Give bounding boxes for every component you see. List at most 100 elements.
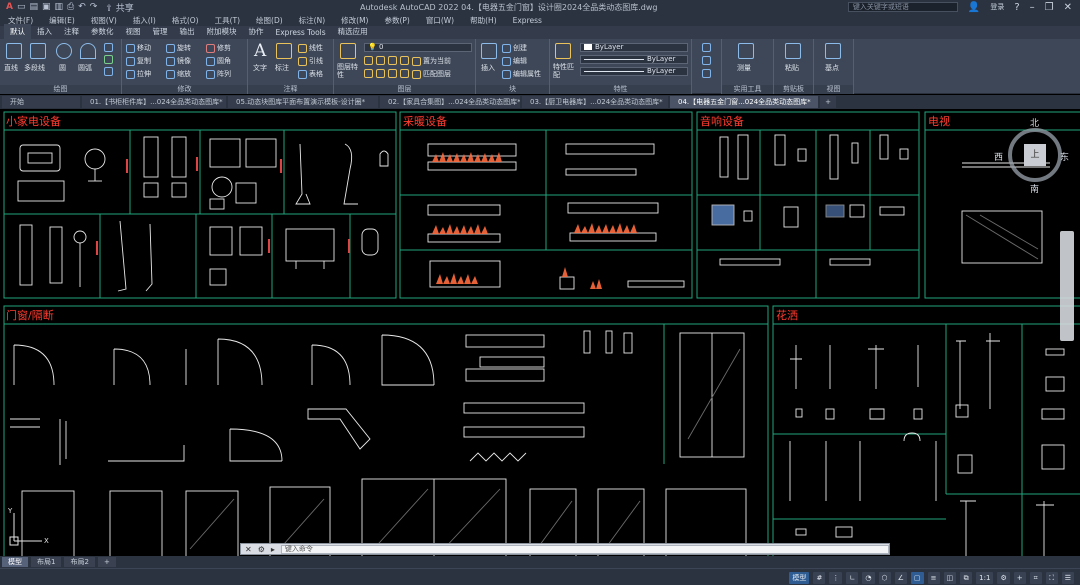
layer-unisolate-icon[interactable] (376, 69, 385, 78)
doc-tab-4[interactable]: 03.【厨卫电器库】...024全品类动态图库* (522, 96, 668, 108)
leader-button[interactable]: 引线 (298, 56, 323, 66)
line-button[interactable]: 直线 (4, 63, 18, 73)
grid-icon[interactable]: # (813, 571, 826, 584)
command-line[interactable]: ✕ ⚙ ▸ 键入命令 (240, 543, 890, 555)
viewcube[interactable]: 北 西 东 南 上 (994, 116, 1072, 196)
insert-block-button[interactable]: 插入 (481, 63, 495, 73)
menu-express[interactable]: Express (513, 16, 542, 25)
edit-attributes-button[interactable]: 编辑属性 (502, 69, 541, 79)
print-icon[interactable]: ⎙ (67, 2, 74, 12)
layer-properties-icon[interactable] (340, 43, 356, 59)
workspace-gear-icon[interactable]: ⚙ (997, 571, 1010, 584)
ellipse-icon[interactable] (104, 67, 113, 76)
polyline-icon[interactable] (30, 43, 46, 59)
open-file-icon[interactable]: ▤ (29, 2, 38, 12)
menu-help[interactable]: 帮助(H) (470, 15, 497, 26)
create-block-button[interactable]: 创建 (502, 43, 527, 53)
tab-view[interactable]: 视图 (120, 24, 147, 39)
dimension-icon[interactable] (276, 43, 292, 59)
tab-collaborate[interactable]: 协作 (243, 24, 270, 39)
table-button[interactable]: 表格 (298, 69, 323, 79)
transparency-icon[interactable]: ◫ (943, 571, 957, 584)
tab-annotate[interactable]: 注释 (58, 24, 85, 39)
save-icon[interactable]: ▣ (42, 2, 51, 12)
layer-properties-button[interactable]: 图层特性 (337, 63, 361, 79)
new-tab-plus-icon[interactable]: + (820, 96, 836, 108)
make-current-button[interactable]: 置为当前 (412, 56, 451, 66)
viewcube-top-face[interactable]: 上 (1024, 144, 1046, 166)
layer-unlock-icon[interactable] (400, 69, 409, 78)
units-icon[interactable]: ⌗ (1029, 571, 1042, 584)
hatch-icon[interactable] (104, 55, 113, 64)
paste-icon[interactable] (785, 43, 801, 59)
command-close-icon[interactable]: ✕ (245, 545, 252, 554)
close-icon[interactable]: ✕ (1064, 2, 1072, 13)
add-layout-plus-icon[interactable]: + (97, 557, 116, 567)
fillet-button[interactable]: 圆角 (206, 56, 231, 66)
menu-parametric[interactable]: 参数(P) (384, 15, 409, 26)
match-properties-icon[interactable] (555, 43, 571, 59)
ortho-icon[interactable]: ∟ (846, 571, 859, 584)
insert-block-icon[interactable] (481, 43, 497, 59)
match-properties-button[interactable]: 特性匹配 (553, 63, 577, 79)
tab-manage[interactable]: 管理 (147, 24, 174, 39)
base-view-icon[interactable] (825, 43, 841, 59)
plus-icon[interactable]: + (1013, 571, 1026, 584)
circle-icon[interactable] (56, 43, 72, 59)
layer-dropdown[interactable]: 💡 0 (364, 43, 472, 52)
layout-tab-2[interactable]: 布局2 (64, 557, 95, 567)
user-icon[interactable]: 👤 (968, 2, 980, 13)
compass-north[interactable]: 北 (1030, 116, 1039, 129)
command-input[interactable]: 键入命令 (280, 544, 889, 554)
customize-menu-icon[interactable]: ☰ (1061, 571, 1074, 584)
layout-tab-model[interactable]: 模型 (2, 557, 28, 567)
doc-tab-2[interactable]: 05.动态块图库平面布置演示模板-设计圈* (228, 96, 378, 108)
doc-tab-5-active[interactable]: 04.【电器五金门窗...024全品类动态图库* (670, 96, 818, 108)
annotation-scale-display[interactable]: 1:1 (976, 571, 994, 584)
move-button[interactable]: 移动 (126, 43, 151, 53)
isodraft-icon[interactable]: ⬡ (878, 571, 891, 584)
object-snap-icon[interactable]: ▢ (910, 571, 924, 584)
compass-east[interactable]: 东 (1060, 150, 1069, 163)
measure-button[interactable]: 测量 (737, 63, 751, 73)
lineweight-dropdown[interactable]: ByLayer (580, 67, 688, 76)
match-layer-button[interactable]: 匹配图层 (412, 69, 451, 79)
layer-isolate-icon[interactable] (376, 56, 385, 65)
layer-lock-icon[interactable] (400, 56, 409, 65)
tab-output[interactable]: 输出 (174, 24, 201, 39)
group-icon[interactable] (702, 43, 711, 52)
layer-off-icon[interactable] (364, 56, 373, 65)
tab-insert[interactable]: 插入 (31, 24, 58, 39)
paste-button[interactable]: 粘贴 (785, 63, 799, 73)
sign-in-label[interactable]: 登录 (990, 2, 1004, 12)
drawing-canvas[interactable]: 小家电设备 采暖设备 音响设备 电视 门窗/隔断 花洒 北 西 东 南 上 Y … (0, 109, 1080, 565)
circle-button[interactable]: 圆 (59, 63, 66, 73)
selection-cycling-icon[interactable]: ⧉ (960, 571, 973, 584)
layer-freeze-icon[interactable] (388, 56, 397, 65)
new-file-icon[interactable]: ▭ (17, 2, 26, 12)
layout-tab-1[interactable]: 布局1 (31, 557, 62, 567)
tab-addins[interactable]: 附加模块 (201, 24, 243, 39)
save-as-icon[interactable]: ▥ (55, 2, 64, 12)
snap-icon[interactable]: ⋮ (829, 571, 843, 584)
layer-thaw-icon[interactable] (388, 69, 397, 78)
menu-window[interactable]: 窗口(W) (426, 15, 454, 26)
copy-button[interactable]: 复制 (126, 56, 151, 66)
base-view-button[interactable]: 基点 (825, 63, 839, 73)
dimension-button[interactable]: 标注 (275, 63, 289, 73)
model-space-toggle[interactable]: 模型 (789, 571, 810, 584)
ungroup-icon[interactable] (702, 56, 711, 65)
arc-button[interactable]: 圆弧 (78, 63, 92, 73)
undo-icon[interactable]: ↶ (78, 2, 86, 12)
polyline-button[interactable]: 多段线 (24, 63, 45, 73)
doc-tab-start[interactable]: 开始 (2, 96, 80, 108)
share-button[interactable]: ⇪ 共享 (105, 1, 133, 14)
linetype-dropdown[interactable]: ByLayer (580, 55, 688, 64)
compass-south[interactable]: 南 (1030, 182, 1039, 195)
tab-parametric[interactable]: 参数化 (85, 24, 120, 39)
text-button[interactable]: 文字 (253, 63, 267, 73)
mirror-button[interactable]: 镜像 (166, 56, 191, 66)
color-dropdown[interactable]: ByLayer (580, 43, 688, 52)
lineweight-icon[interactable]: ≡ (927, 571, 940, 584)
navigation-bar[interactable] (1060, 231, 1074, 341)
